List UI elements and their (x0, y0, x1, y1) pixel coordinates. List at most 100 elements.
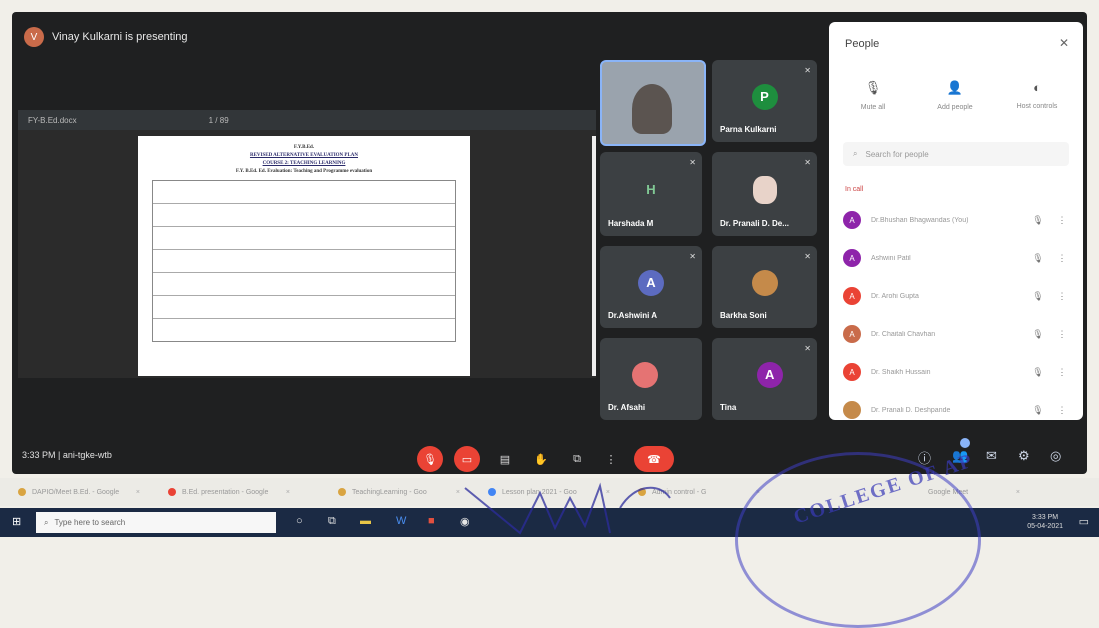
camera-toggle-button[interactable]: ▭ (454, 446, 480, 472)
participant-tile[interactable]: ✕ Barkha Soni (712, 246, 817, 328)
mic-icon[interactable]: 🎙 (1031, 253, 1045, 264)
participant-list-item[interactable]: A Dr.Bhushan Bhagwandas (You) 🎙 ⋮ (843, 208, 1069, 232)
raise-hand-button[interactable]: ✋ (528, 446, 554, 472)
meeting-info: 3:33 PM | ani-tgke-wtb (22, 450, 112, 460)
participant-avatar: A (843, 363, 861, 381)
participant-name: Tina (720, 403, 737, 412)
host-controls-button[interactable]: ◎ (1050, 448, 1061, 464)
in-call-section-label: In call (845, 186, 864, 193)
participant-tile[interactable]: ✕ A Dr.Ashwini A (600, 246, 702, 328)
more-vert-icon[interactable]: ⋮ (1055, 405, 1069, 416)
taskbar-date: 05-04-2021 (1027, 523, 1063, 530)
mic-icon[interactable]: 🎙 (1031, 291, 1045, 302)
doc-scrollbar[interactable] (592, 136, 596, 376)
hand-icon: ✋ (534, 453, 548, 466)
word-app-button[interactable]: W (396, 515, 406, 527)
mute-all-label: Mute all (860, 104, 886, 111)
more-vert-icon[interactable]: ⋮ (1055, 291, 1069, 302)
people-search-input[interactable]: ⌕ Search for people (843, 142, 1069, 166)
browser-tab[interactable]: DAPIO/Meet B.Ed. - Google × (0, 482, 150, 502)
tab-title: DAPIO/Meet B.Ed. - Google (32, 488, 120, 496)
participant-name: Dr. Arohi Gupta (871, 292, 919, 300)
participant-avatar: H (646, 182, 656, 198)
people-panel: People ✕ 🎙 Mute all 👤 Add people ◐ Host con… (829, 22, 1083, 420)
close-tab-icon[interactable]: × (1016, 489, 1020, 496)
participant-tile[interactable]: ✕ Dr. Pranali D. De... (712, 152, 817, 236)
chat-button[interactable]: ✉ (986, 448, 997, 464)
mic-icon[interactable]: 🎙 (1031, 329, 1045, 340)
mic-icon[interactable]: 🎙 (1031, 367, 1045, 378)
taskbar-search-input[interactable]: ⌕ Type here to search (36, 512, 276, 533)
circle-icon: ○ (296, 515, 303, 527)
mic-icon: 🎙 (864, 80, 882, 95)
doc-table (152, 180, 456, 342)
host-controls-link[interactable]: ◐ Host controls (1001, 80, 1073, 110)
participant-photo (752, 175, 777, 204)
participant-list-item[interactable]: A Ashwini Patil 🎙 ⋮ (843, 246, 1069, 270)
leave-call-button[interactable]: ☎ (634, 446, 674, 472)
more-options-button[interactable]: ⋮ (598, 446, 624, 472)
add-people-button[interactable]: 👤 Add people (919, 80, 991, 111)
more-vert-icon[interactable]: ⋮ (1055, 329, 1069, 340)
mic-icon[interactable]: 🎙 (1031, 405, 1045, 416)
close-icon: ✕ (1058, 36, 1069, 50)
close-tab-icon[interactable]: × (136, 489, 140, 496)
participant-name: Dr. Pranali D. De... (720, 219, 789, 228)
participant-list-item[interactable]: Dr. Pranali D. Deshpande 🎙 ⋮ (843, 398, 1069, 422)
participant-avatar: A (843, 211, 861, 229)
tab-title: B.Ed. presentation - Google (182, 488, 269, 496)
participant-tile[interactable]: ✕ A Tina (712, 338, 817, 420)
mic-toggle-button[interactable]: 🎙 (417, 446, 443, 472)
notifications-button[interactable]: ▭ (1079, 515, 1089, 528)
add-people-label: Add people (937, 104, 973, 111)
tab-title: TeachingLearning - Goo (352, 488, 427, 496)
participant-name: Dr. Pranali D. Deshpande (871, 406, 951, 414)
captions-button[interactable]: ▤ (492, 446, 518, 472)
close-panel-button[interactable]: ✕ (1059, 36, 1069, 50)
folder-icon: ▬ (360, 515, 371, 527)
participant-tile[interactable]: Dr. Afsahi (600, 338, 702, 420)
participant-list-item[interactable]: A Dr. Arohi Gupta 🎙 ⋮ (843, 284, 1069, 308)
phone-end-icon: ☎ (647, 453, 661, 466)
participant-photo (751, 269, 778, 296)
mute-all-button[interactable]: 🎙 Mute all (837, 80, 909, 111)
participant-avatar: A (843, 287, 861, 305)
participant-list-item[interactable]: A Dr. Chaitali Chavhan 🎙 ⋮ (843, 322, 1069, 346)
chat-icon: ✉ (986, 448, 997, 463)
add-person-icon: 👤 (946, 80, 964, 95)
shield-icon: ◎ (1050, 448, 1062, 463)
more-vert-icon[interactable]: ⋮ (1055, 367, 1069, 378)
document-page: F.Y.B.Ed. REVISED ALTERNATIVE EVALUATION… (138, 136, 470, 376)
browser-tab[interactable]: B.Ed. presentation - Google × (150, 482, 300, 502)
doc-page-indicator: 1 / 89 (208, 115, 229, 125)
mic-off-icon: ✕ (689, 158, 696, 167)
host-icon: ◐ (1033, 80, 1041, 95)
activities-button[interactable]: ⚙ (1018, 448, 1030, 464)
browser-tab[interactable]: TeachingLearning - Goo × (320, 482, 470, 502)
mic-icon[interactable]: 🎙 (1031, 215, 1045, 226)
more-vert-icon[interactable]: ⋮ (1055, 253, 1069, 264)
participant-tile[interactable]: ✕ P Parna Kulkarni (712, 60, 817, 142)
more-vert-icon[interactable]: ⋮ (1055, 215, 1069, 226)
participant-list-item[interactable]: A Dr. Shaikh Hussain 🎙 ⋮ (843, 360, 1069, 384)
present-button[interactable]: ⧉ (564, 446, 590, 472)
close-tab-icon[interactable]: × (286, 489, 290, 496)
participant-avatar: A (638, 269, 664, 296)
taskbar-time: 3:33 PM (1032, 514, 1059, 521)
powerpoint-app-button[interactable]: ■ (428, 515, 435, 527)
camera-off-icon: ▭ (461, 453, 473, 466)
task-view-icon: ⧉ (328, 515, 336, 527)
task-view-button[interactable]: ⧉ (328, 515, 336, 528)
meeting-separator: | (58, 450, 61, 460)
file-explorer-button[interactable]: ▬ (360, 515, 371, 527)
word-icon: W (396, 515, 407, 527)
participant-name: Dr.Ashwini A (608, 311, 658, 320)
doc-filename: FY-B.Ed.docx (28, 115, 77, 125)
mic-off-icon: ✕ (804, 344, 811, 353)
cortana-button[interactable]: ○ (296, 515, 303, 527)
self-video-tile[interactable] (600, 60, 706, 146)
taskbar-clock[interactable]: 3:33 PM 05-04-2021 (1027, 513, 1063, 531)
handwritten-signature (464, 482, 671, 535)
windows-start-button[interactable]: ⊞ (12, 515, 21, 528)
participant-tile[interactable]: ✕ H Harshada M (600, 152, 702, 236)
